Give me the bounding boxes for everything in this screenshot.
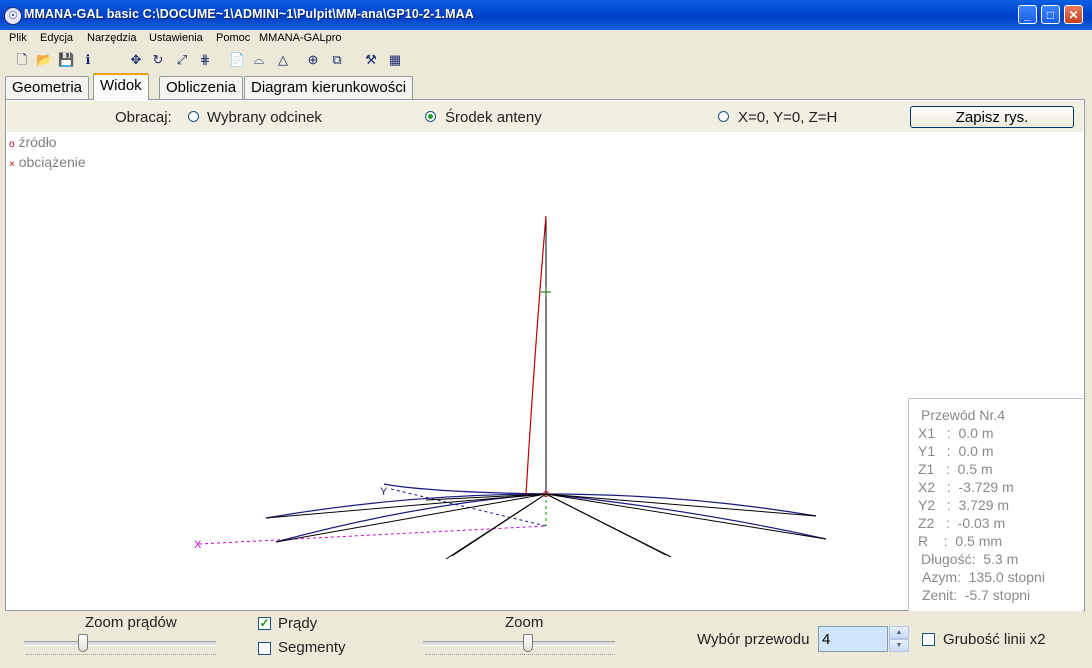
rotate-label: Obracaj: xyxy=(115,109,172,126)
wire-info-z1: Z1 : 0.5 m xyxy=(918,461,993,477)
wire-info-title: Przewód Nr.4 xyxy=(921,407,1006,423)
window-title: MMANA-GAL basic C:\DOCUME~1\ADMINI~1\Pul… xyxy=(24,7,474,21)
rotate-icon[interactable]: ↻ xyxy=(150,52,166,68)
menu-narzedzia[interactable]: Narzędzia xyxy=(87,32,137,44)
move-icon[interactable]: ✥ xyxy=(128,52,144,68)
menu-ustawienia[interactable]: Ustawienia xyxy=(149,32,203,44)
segments-checkbox[interactable] xyxy=(258,642,271,655)
zoom-track[interactable] xyxy=(423,641,615,646)
current-zoom-ticks xyxy=(26,654,216,659)
wire-info-length: Długość: 5.3 m xyxy=(921,551,1019,567)
wire-info-y1: Y1 : 0.0 m xyxy=(918,443,994,459)
radio-selected-segment-label[interactable]: Wybrany odcinek xyxy=(207,109,322,126)
wire-info-x1: X1 : 0.0 m xyxy=(918,425,994,441)
view-panel: Obracaj: Wybrany odcinek Środek anteny X… xyxy=(5,99,1085,611)
tab-diagram-kierunkowosci[interactable]: Diagram kierunkowości xyxy=(244,76,414,99)
tab-widok[interactable]: Widok xyxy=(93,73,149,100)
wire-select-label: Wybór przewodu xyxy=(697,631,810,648)
measure-icon[interactable]: ⌓ xyxy=(251,52,267,68)
file-info-icon[interactable]: ℹ xyxy=(80,52,96,68)
current-zoom-thumb[interactable] xyxy=(78,634,88,652)
wire-info-x2: X2 : -3.729 m xyxy=(918,479,1014,495)
radiator-current xyxy=(525,215,547,495)
menu-mmana-galpro[interactable]: MMANA-GALpro xyxy=(259,32,342,44)
wire-info-radius: R : 0.5 mm xyxy=(918,533,1003,549)
radio-antenna-center[interactable] xyxy=(425,111,436,122)
maximize-button[interactable]: □ xyxy=(1041,5,1060,24)
toolbar: 🗋 📂 💾 ℹ ✥ ↻ ⤢ ⋕ 📄 ⌓ △ ⊕ ⧉ ⚒ ▦ xyxy=(0,49,1092,71)
zoom-label: Zoom xyxy=(505,614,544,631)
current-zoom-track[interactable] xyxy=(24,641,216,646)
wire-edit-icon[interactable]: ⋕ xyxy=(197,52,213,68)
triangle-icon[interactable]: △ xyxy=(275,52,291,68)
spin-down-button[interactable]: ▼ xyxy=(889,639,909,652)
copy-icon[interactable]: ⧉ xyxy=(329,52,345,68)
radial-wires xyxy=(265,493,827,560)
bottom-controls: Zoom prądów ✓ Prądy Segmenty Zoom Wybór … xyxy=(5,611,1085,663)
currents-checkbox[interactable]: ✓ xyxy=(258,617,271,630)
x-axis-label: X xyxy=(194,539,202,551)
tab-obliczenia[interactable]: Obliczenia xyxy=(159,76,244,99)
tools-icon[interactable]: ⚒ xyxy=(363,52,379,68)
save-file-icon[interactable]: 💾 xyxy=(58,52,74,68)
current-zoom-label: Zoom prądów xyxy=(85,614,177,631)
tab-strip: Geometria Widok Obliczenia Diagram kieru… xyxy=(0,72,1092,100)
y-axis-label: Y xyxy=(380,486,388,498)
menu-edycja[interactable]: Edycja xyxy=(40,32,73,44)
wire-info-z2: Z2 : -0.03 m xyxy=(918,515,1006,531)
radio-selected-segment[interactable] xyxy=(188,111,199,122)
menu-plik[interactable]: Plik xyxy=(9,32,27,44)
close-button[interactable]: ✕ xyxy=(1064,5,1083,24)
menu-pomoc[interactable]: Pomoc xyxy=(216,32,250,44)
rotate-bar: Obracaj: Wybrany odcinek Środek anteny X… xyxy=(7,101,1083,132)
spin-up-button[interactable]: ▲ xyxy=(889,626,909,639)
menu-bar: Plik Edycja Narzędzia Ustawienia Pomoc M… xyxy=(0,30,1092,48)
thick-lines-checkbox[interactable] xyxy=(922,633,935,646)
zoom-ticks xyxy=(425,654,615,659)
radio-origin-height-label[interactable]: X=0, Y=0, Z=H xyxy=(738,109,837,126)
currents-label[interactable]: Prądy xyxy=(278,615,317,632)
calculator-icon[interactable]: ▦ xyxy=(387,52,403,68)
radio-antenna-center-label[interactable]: Środek anteny xyxy=(445,109,542,126)
open-file-icon[interactable]: 📂 xyxy=(36,52,52,68)
new-file-icon[interactable]: 🗋 xyxy=(14,52,30,68)
scale-icon[interactable]: ⤢ xyxy=(174,52,190,68)
wire-select-input[interactable]: 4 xyxy=(818,626,888,652)
document-icon[interactable]: 📄 xyxy=(229,52,245,68)
app-icon[interactable]: ☉ xyxy=(4,7,22,25)
minimize-button[interactable]: _ xyxy=(1018,5,1037,24)
zoom-thumb[interactable] xyxy=(523,634,533,652)
segments-label[interactable]: Segmenty xyxy=(278,639,346,656)
wire-info-azimuth: Azym: 135.0 stopni xyxy=(922,569,1045,585)
thick-lines-label[interactable]: Grubość linii x2 xyxy=(943,631,1046,648)
wire-info-zenith: Zenit: -5.7 stopni xyxy=(922,587,1031,603)
tab-geometria[interactable]: Geometria xyxy=(5,76,90,99)
radio-origin-height[interactable] xyxy=(718,111,729,122)
wire-info-y2: Y2 : 3.729 m xyxy=(918,497,1010,513)
target-icon[interactable]: ⊕ xyxy=(305,52,321,68)
save-picture-button[interactable]: Zapisz rys. xyxy=(910,106,1074,128)
wire-info-box: Przewód Nr.4 X1 : 0.0 m Y1 : 0.0 m Z1 : … xyxy=(908,398,1083,611)
title-bar: ☉ MMANA-GAL basic C:\DOCUME~1\ADMINI~1\P… xyxy=(0,0,1092,30)
